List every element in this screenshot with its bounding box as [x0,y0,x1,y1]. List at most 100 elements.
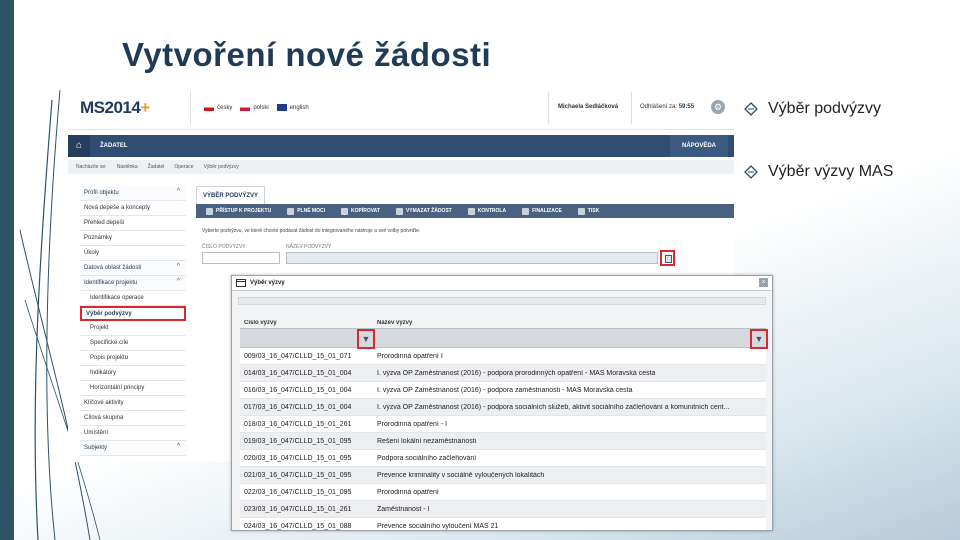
table-row[interactable]: 021/03_16_047/CLLD_15_01_095 Prevence kri… [240,467,766,484]
toolbar-button[interactable]: VYMAZAT ŽÁDOST [390,207,458,215]
sidebar-item[interactable]: Úkoly [80,246,186,261]
sidebar-item[interactable]: Přehled depeší [80,216,186,231]
lang-label: česky [217,105,233,112]
sidebar-item[interactable]: Identifikace projektu [80,276,186,291]
column-header-number[interactable]: Číslo výzvy [240,320,375,326]
sidebar-item[interactable]: Umístění [80,426,186,441]
select-call-button[interactable] [660,250,675,266]
table-row[interactable]: 020/03_16_047/CLLD_15_01_095 Podpora soci… [240,450,766,467]
breadcrumb: Nacházíte se: Nástěnka Žadatel Operace V… [68,160,734,174]
table-header: Číslo výzvy Název výzvy [240,312,766,328]
toolbar-button-label: TISK [587,208,600,214]
header-divider [548,92,549,124]
app-header: MS2014+ česky polski english Michaela Se… [68,86,734,130]
sidebar-item[interactable]: Specifické cíle [80,336,186,351]
call-name-cell: Řešení lokální nezaměstnanosti [377,437,477,445]
diamond-arrow-icon [744,165,758,179]
toolbar-button-label: PLNÉ MOCI [297,208,325,214]
table-row[interactable]: 024/03_16_047/CLLD_15_01_088 Prevence soc… [240,518,766,530]
call-number-cell: 024/03_16_047/CLLD_15_01_088 [244,522,352,530]
help-button[interactable]: NÁPOVĚDA [669,135,728,157]
home-icon[interactable]: ⌂ [68,135,90,157]
settings-icon[interactable]: ⚙ [711,100,725,114]
filter-row: ▼ ▼ [240,328,768,349]
logout-link[interactable]: Odhlášení za: 59:55 [640,104,694,110]
toolbar-button[interactable]: FINALIZACE [516,207,568,215]
call-number-cell: 021/03_16_047/CLLD_15_01_095 [244,471,352,479]
call-number-cell: 018/03_16_047/CLLD_15_01_261 [244,420,352,428]
header-divider [190,92,191,124]
call-number-input[interactable] [202,252,280,264]
table-row[interactable]: 023/03_16_047/CLLD_15_01_261 Zaměstnanost… [240,501,766,518]
sidebar-item[interactable]: Klíčové aktivity [80,396,186,411]
sidebar-item[interactable]: Horizontální principy [80,381,186,396]
bullet-item: Výběr výzvy MAS [744,163,954,181]
tab-vyber-podvyzvy[interactable]: VÝBĚR PODVÝZVY [196,186,266,204]
diamond-arrow-icon [744,102,758,116]
toolbar-button-label: KONTROLA [477,208,507,214]
sidebar-item[interactable]: Indikátory [80,366,186,381]
sidebar-item[interactable]: Popis projektu [80,351,186,366]
sidebar-item[interactable]: Subjekty [80,441,186,456]
calls-table: Číslo výzvy Název výzvy ▼ ▼ 009/03_16_04… [240,312,768,530]
sidebar-item[interactable]: Identifikace operace [80,291,186,306]
sidebar-item[interactable]: Poznámky [80,231,186,246]
breadcrumb-item[interactable]: Operace [174,164,193,170]
breadcrumb-item: Výběr podvýzvy [203,164,239,170]
dialog-titlebar: Výběr výzvy × [232,276,772,291]
lang-label: polski [253,105,269,112]
call-name-cell: I. výzva OP Zaměstnanost (2016) - podpor… [377,403,730,411]
table-row[interactable]: 019/03_16_047/CLLD_15_01_095 Řešení lokál… [240,433,766,450]
call-name-cell: I. výzva OP Zaměstnanost (2016) - podpor… [377,386,633,394]
sidebar-item[interactable]: Projekt [80,321,186,336]
close-icon[interactable]: × [759,278,768,287]
sidebar-item[interactable]: Výběr podvýzvy [80,306,186,321]
toolbar-icon [206,207,213,215]
call-number-cell: 017/03_16_047/CLLD_15_01_004 [244,403,352,411]
toolbar-icon [340,207,348,215]
table-body: 009/03_16_047/CLLD_15_01_071 Prorodinná o… [240,348,766,530]
info-text: Vyberte podvýzvu, ve které chcete podáva… [202,228,421,234]
toolbar-button[interactable]: KONTROLA [462,207,512,215]
table-row[interactable]: 017/03_16_047/CLLD_15_01_004 I. výzva OP … [240,399,766,416]
breadcrumb-item[interactable]: Nástěnka [117,164,138,170]
call-name-input[interactable] [286,252,658,264]
sidebar-item[interactable]: Cílová skupina [80,411,186,426]
lang-pl[interactable]: polski [240,104,269,112]
language-switcher: česky polski english [204,104,309,111]
table-row[interactable]: 016/03_16_047/CLLD_15_01_004 I. výzva OP … [240,382,766,399]
toolbar-button[interactable]: TISK [572,207,605,215]
bullet-item: Výběr podvýzvy [744,100,954,118]
call-name-cell: Podpora sociálního začleňování [377,454,477,462]
toolbar-button-label: KOPÍROVAT [350,208,380,214]
toolbar-icon [287,207,295,215]
toolbar-button[interactable]: PLNÉ MOCI [281,207,331,215]
column-header-name[interactable]: Název výzvy [375,320,766,326]
table-row[interactable]: 018/03_16_047/CLLD_15_01_261 Prorodinná o… [240,416,766,433]
sidebar-item[interactable]: Nová depeše a koncepty [80,201,186,216]
call-number-cell: 009/03_16_047/CLLD_15_01_071 [244,352,352,360]
funnel-icon[interactable]: ▼ [357,329,375,349]
action-toolbar: PŘÍSTUP K PROJEKTU PLNÉ MOCI KOPÍROVAT VYMA… [196,204,734,218]
toolbar-button[interactable]: KOPÍROVAT [335,207,386,215]
sidebar-item[interactable]: Profil objektu [80,186,186,201]
table-row[interactable]: 009/03_16_047/CLLD_15_01_071 Prorodinná o… [240,348,766,365]
breadcrumb-item[interactable]: Žadatel [148,164,165,170]
bullet-list: Výběr podvýzvy Výběr výzvy MAS [744,100,954,226]
call-name-cell: Prorodinná opatření - I [377,420,448,428]
toolbar-button[interactable]: PŘÍSTUP K PROJEKTU [200,207,277,215]
nav-role-zadatel[interactable]: ŽADATEL [100,143,128,149]
app-logo[interactable]: MS2014+ [80,98,150,118]
logo-text: MS2014 [80,97,141,117]
lang-cz[interactable]: česky [204,104,232,111]
call-number-cell: 019/03_16_047/CLLD_15_01_095 [244,437,352,445]
toolbar-button-label: FINALIZACE [532,208,562,214]
slide-title: Vytvoření nové žádosti [122,36,492,73]
sidebar-item[interactable]: Datová oblast žádosti [80,261,186,276]
breadcrumb-prefix: Nacházíte se: [76,164,107,170]
funnel-icon[interactable]: ▼ [750,329,768,349]
table-row[interactable]: 022/03_16_047/CLLD_15_01_095 Prorodinná o… [240,484,766,501]
call-name-cell: Prorodinná opatření I [377,352,443,360]
lang-en[interactable]: english [276,104,309,111]
table-row[interactable]: 014/03_16_047/CLLD_15_01_004 I. výzva OP … [240,365,766,382]
